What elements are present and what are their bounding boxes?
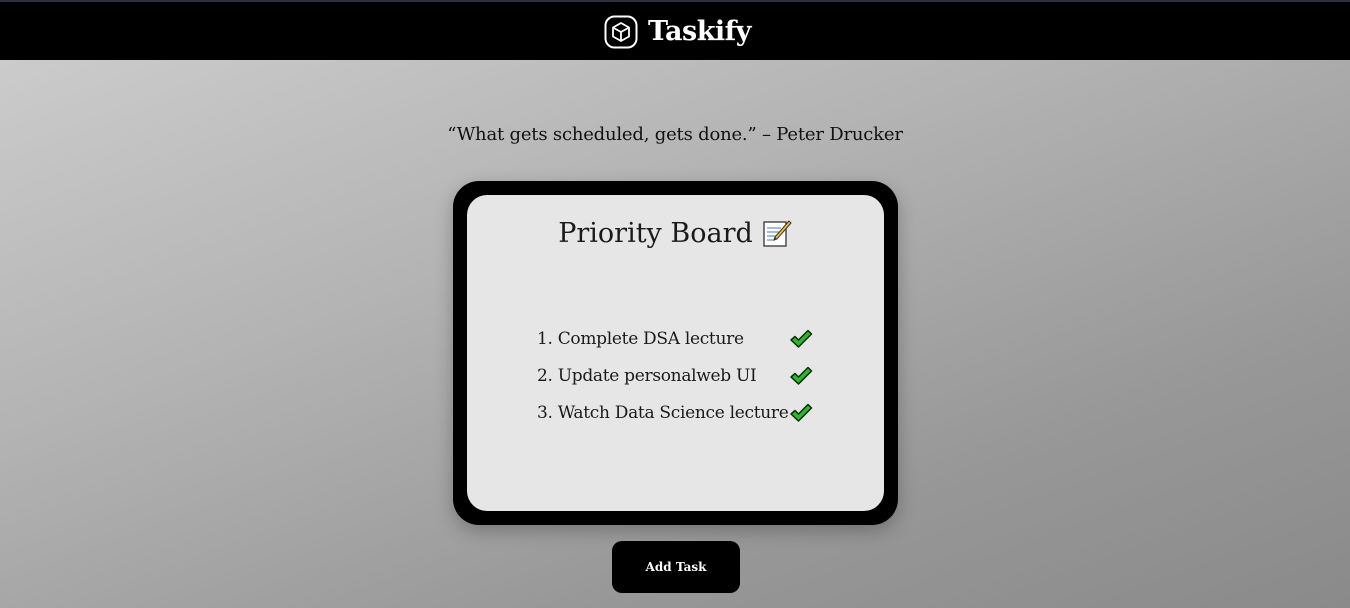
priority-board-frame: Priority Board 1. Complete DSA lecture 2… (453, 181, 898, 525)
top-navbar: Taskify (0, 0, 1350, 60)
task-label: 3. Watch Data Science lecture (537, 402, 789, 423)
memo-icon (763, 220, 792, 247)
cube-icon (604, 15, 638, 49)
motivational-quote: “What gets scheduled, gets done.” – Pete… (447, 124, 903, 145)
task-item: 3. Watch Data Science lecture (537, 389, 837, 436)
task-label: 2. Update personalweb UI (537, 365, 757, 386)
brand-name: Taskify (648, 16, 751, 47)
check-icon[interactable] (789, 402, 813, 424)
check-icon[interactable] (789, 328, 813, 350)
brand-logo[interactable]: Taskify (604, 14, 751, 50)
check-icon[interactable] (789, 365, 813, 387)
board-title: Priority Board (467, 217, 884, 249)
board-title-text: Priority Board (558, 217, 753, 249)
priority-board: Priority Board 1. Complete DSA lecture 2… (467, 195, 884, 511)
add-task-button[interactable]: Add Task (612, 541, 740, 593)
task-list: 1. Complete DSA lecture 2. Update person… (537, 315, 837, 436)
task-label: 1. Complete DSA lecture (537, 328, 744, 349)
